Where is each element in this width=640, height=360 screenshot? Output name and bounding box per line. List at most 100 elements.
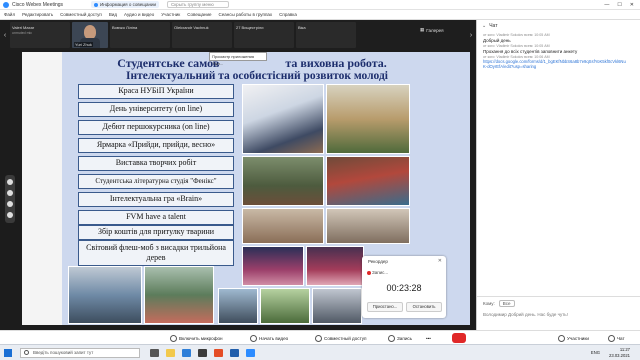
menu-file[interactable]: Файл bbox=[4, 12, 15, 17]
collapse-chevron-icon[interactable]: ⌄ bbox=[482, 23, 486, 29]
activity-item: Студентська літературна студія "Фенікс" bbox=[78, 174, 234, 189]
word-icon[interactable] bbox=[230, 349, 239, 357]
activity-item: Інтелектуальна гра «Brain» bbox=[78, 192, 234, 207]
menu-share[interactable]: Совместный доступ bbox=[60, 12, 102, 17]
slide-title-part1: Студентське самов bbox=[117, 56, 220, 70]
chat-compose: Кому: Все Володимир Добрий день. Нас буд… bbox=[477, 296, 640, 330]
unmute-label: Включить микрофон bbox=[179, 335, 223, 341]
webex-logo-icon bbox=[3, 1, 9, 8]
chat-recipient-row: Кому: Все bbox=[477, 297, 640, 310]
app-title: Cisco Webex Meetings bbox=[12, 1, 64, 8]
hide-menu-search[interactable]: Скрыть группу меню bbox=[166, 1, 229, 8]
photo-stage-show bbox=[242, 246, 304, 286]
close-icon[interactable]: ✕ bbox=[630, 2, 634, 8]
menu-participant[interactable]: Участник bbox=[161, 12, 180, 17]
edge-icon[interactable] bbox=[182, 349, 191, 357]
participant-tile[interactable]: Valeri Maxar unmuted mic bbox=[10, 22, 70, 48]
pen-tool-icon[interactable] bbox=[7, 190, 13, 196]
participant-tile[interactable]: 27 Вищестріли bbox=[234, 22, 294, 48]
chat-message-link[interactable]: https://docs.google.com/forms/d/1_bgEKfN… bbox=[477, 59, 627, 69]
search-icon bbox=[24, 350, 29, 355]
menu-breakout[interactable]: Сеансы работы в группах bbox=[219, 12, 273, 17]
menu-help[interactable]: Справка bbox=[279, 12, 297, 17]
file-explorer-icon[interactable] bbox=[166, 349, 175, 357]
slide-thumbnail-strip bbox=[22, 52, 62, 325]
more-icon: ••• bbox=[426, 335, 431, 341]
participant-tile[interactable]: Вовчко Ліліна bbox=[110, 22, 170, 48]
share-icon bbox=[315, 334, 322, 342]
chat-input[interactable]: Володимир Добрий день. Нас буде чуть! bbox=[477, 310, 640, 319]
participant-name: Valeri Maxar bbox=[12, 25, 35, 30]
photo-stage-dance bbox=[306, 246, 364, 286]
app-view-tooltip: Просмотр приложения 'Пуп... bbox=[209, 52, 267, 66]
maximize-icon[interactable]: ☐ bbox=[617, 2, 621, 8]
gallery-view-button[interactable]: ▦ Галерея bbox=[420, 26, 470, 34]
end-meeting-button[interactable] bbox=[452, 333, 466, 343]
photo-folk-costume bbox=[326, 156, 410, 206]
language-indicator[interactable]: ENG bbox=[591, 350, 600, 355]
gallery-label: Галерея bbox=[426, 27, 444, 33]
recording-status: Запис... bbox=[372, 270, 389, 275]
participant-status: unmuted mic bbox=[12, 31, 33, 35]
activity-item: Світовий флеш-моб з висадки трильйона де… bbox=[78, 240, 234, 266]
record-icon bbox=[388, 334, 395, 342]
chat-button[interactable]: Чат bbox=[608, 333, 625, 343]
strip-left-arrow-icon[interactable]: ‹ bbox=[0, 32, 10, 39]
slide-title-line2: Інтелектуальний та особистісний розвиток… bbox=[126, 70, 388, 82]
recording-timer: 00:23:28 bbox=[386, 283, 422, 293]
activity-item: День університету (on line) bbox=[78, 102, 234, 117]
record-button[interactable]: Запись bbox=[388, 333, 412, 343]
microphone-icon bbox=[170, 334, 177, 342]
photo-students-park bbox=[144, 266, 214, 324]
taskbar-search[interactable]: Введіть пошуковий запит тут bbox=[20, 348, 140, 358]
recording-dot-icon bbox=[367, 271, 371, 275]
menu-audio-video[interactable]: Аудио и видео bbox=[124, 12, 154, 17]
meeting-info-label: Информация о совещании bbox=[100, 2, 156, 7]
pause-recording-button[interactable]: Приостано... bbox=[367, 302, 403, 312]
text-tool-icon[interactable] bbox=[7, 212, 13, 218]
eraser-tool-icon[interactable] bbox=[7, 201, 13, 207]
menu-view[interactable]: Вид bbox=[109, 12, 117, 17]
photo-tree-planting bbox=[242, 208, 324, 244]
chat-message-meta: от кого: Vladimir Sokolov всем: 10:05 AM bbox=[483, 33, 550, 37]
unmute-button[interactable]: Включить микрофон bbox=[170, 333, 223, 343]
meeting-info-button[interactable]: Информация о совещании bbox=[91, 1, 159, 8]
more-options-button[interactable]: ••• bbox=[426, 333, 431, 343]
store-icon[interactable] bbox=[198, 349, 207, 357]
taskbar-search-text: Введіть пошуковий запит тут bbox=[33, 350, 94, 355]
menu-edit[interactable]: Редактировать bbox=[22, 12, 53, 17]
pointer-tool-icon[interactable] bbox=[7, 179, 13, 185]
webex-taskbar-icon[interactable] bbox=[246, 349, 255, 357]
close-recorder-icon[interactable]: ✕ bbox=[438, 258, 442, 264]
participant-name: Вовчко Ліліна bbox=[112, 25, 138, 30]
photo-trees bbox=[312, 288, 362, 324]
participants-button[interactable]: Участники bbox=[558, 333, 589, 343]
activity-item: Збір коштів для притулку тварини bbox=[78, 225, 234, 240]
participant-name: Віка bbox=[298, 25, 306, 30]
minimize-icon[interactable]: — bbox=[604, 2, 609, 8]
start-video-button[interactable]: Начать видео bbox=[250, 333, 288, 343]
participant-name: Yuri Zhuk bbox=[74, 42, 93, 47]
participant-tile[interactable]: Віка bbox=[296, 22, 356, 48]
activity-item: Ярмарка «Прийди, прийди, весно» bbox=[78, 138, 234, 153]
windows-taskbar: Введіть пошуковий запит тут ENG 11:27 23… bbox=[0, 344, 640, 360]
to-label: Кому: bbox=[483, 301, 495, 306]
menu-meeting[interactable]: Совещание bbox=[187, 12, 211, 17]
share-button[interactable]: Совместный доступ bbox=[315, 333, 367, 343]
windows-start-icon[interactable] bbox=[4, 349, 12, 357]
chrome-icon[interactable] bbox=[214, 349, 223, 357]
photo-garden bbox=[260, 288, 310, 324]
stop-recording-button[interactable]: Остановить bbox=[406, 302, 442, 312]
meeting-controls: Включить микрофон Начать видео Совместны… bbox=[0, 330, 640, 344]
task-view-icon[interactable] bbox=[150, 349, 159, 357]
taskbar-clock[interactable]: 11:27 23.03.2021 bbox=[609, 347, 630, 359]
activity-item: Виставка творчих робіт bbox=[78, 156, 234, 171]
photo-presentation bbox=[326, 208, 410, 244]
participant-tile[interactable]: Olekxandr Vachnuk bbox=[172, 22, 232, 48]
info-icon bbox=[94, 2, 99, 7]
activity-item: Дебют першокурсника (on line) bbox=[78, 120, 234, 135]
chat-message-meta: от кого: Vladimir Sokolov всем: 10:05 AM bbox=[483, 44, 550, 48]
recipient-select[interactable]: Все bbox=[498, 300, 515, 307]
participant-name: Olekxandr Vachnuk bbox=[174, 25, 209, 30]
participant-tile-active-video[interactable]: Yuri Zhuk bbox=[72, 22, 108, 48]
